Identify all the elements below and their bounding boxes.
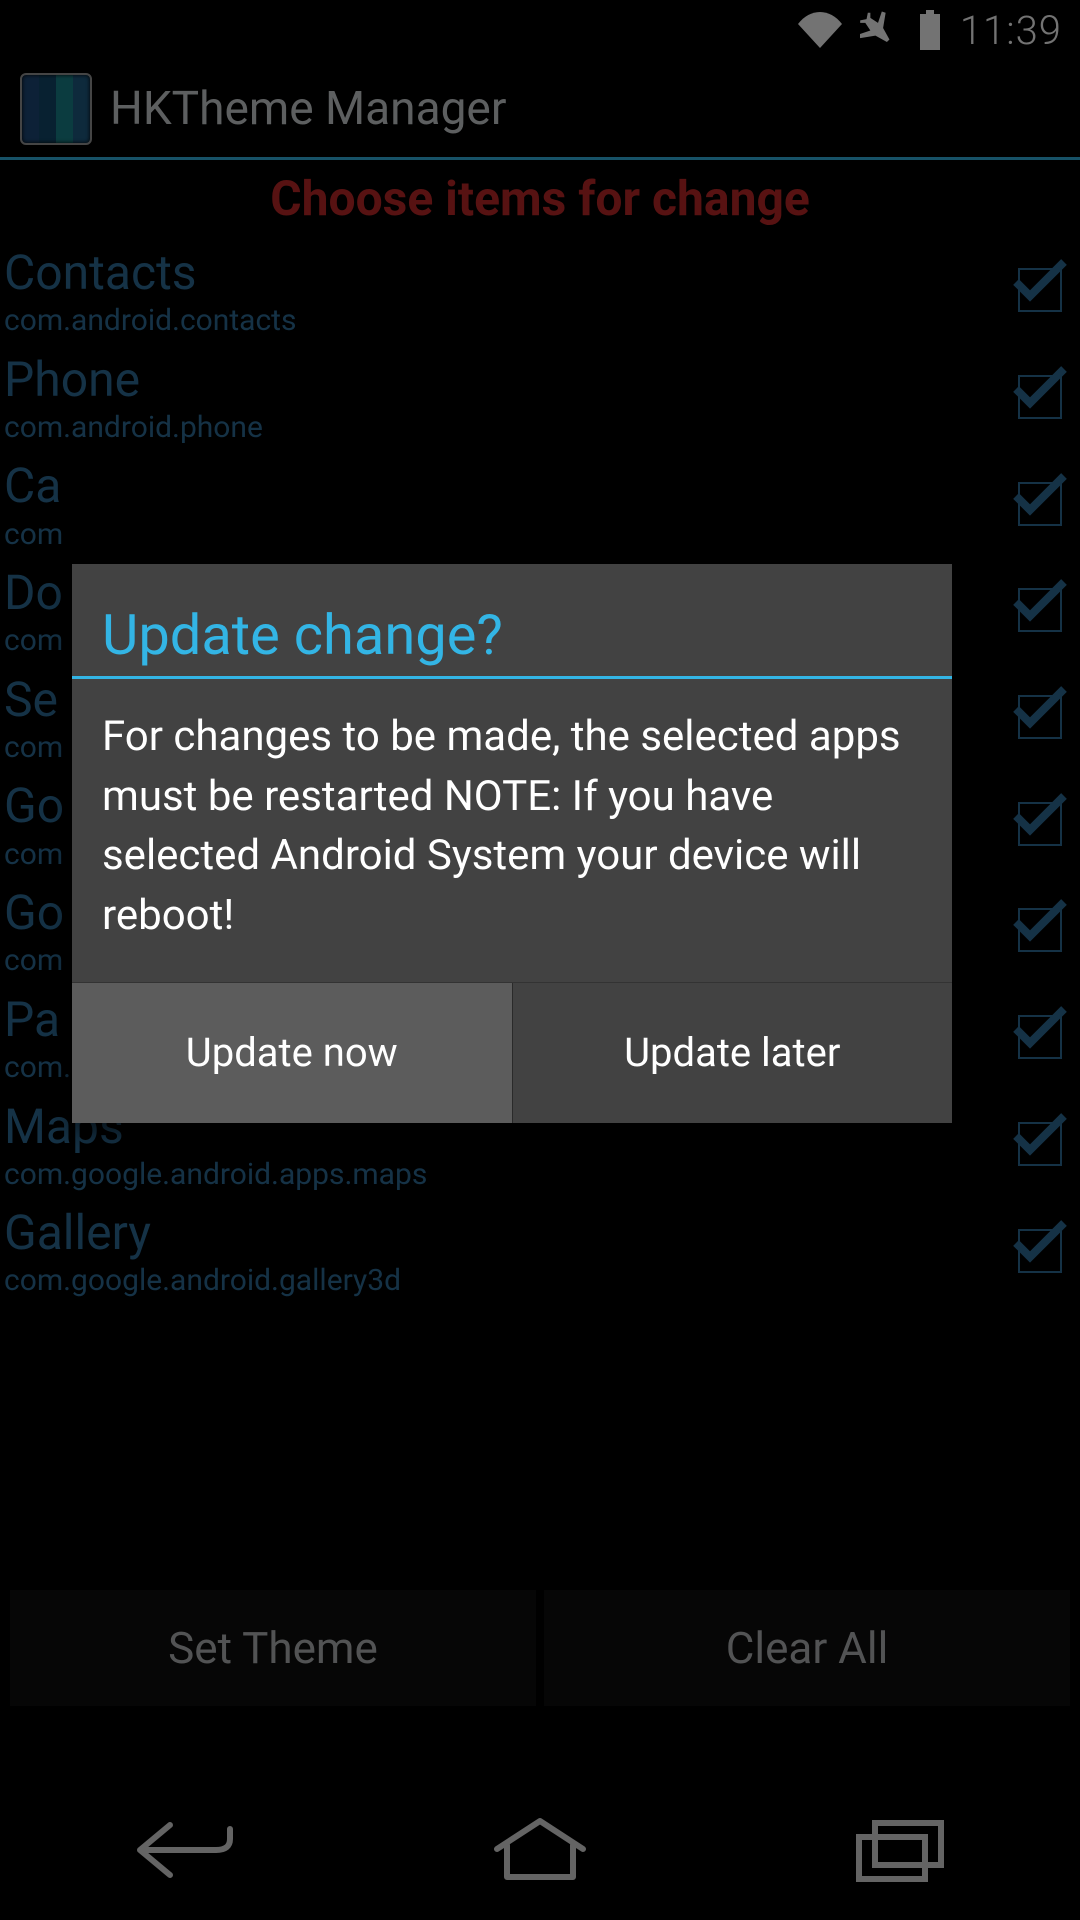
checkbox[interactable]	[1018, 1229, 1062, 1277]
update-later-button[interactable]: Update later	[513, 983, 953, 1123]
home-button[interactable]	[410, 1790, 670, 1910]
app-title: HKTheme Manager	[110, 82, 506, 136]
checkbox[interactable]	[1018, 1015, 1062, 1063]
list-item[interactable]: Contacts com.android.contacts	[0, 239, 1080, 346]
list-item[interactable]: Phone com.android.phone	[0, 346, 1080, 453]
list-item-package: com	[4, 516, 1062, 554]
checkbox[interactable]	[1018, 802, 1062, 850]
list-item-title: Contacts	[4, 245, 1062, 300]
dialog-title: Update change?	[72, 564, 952, 676]
list-item-package: com.android.contacts	[4, 302, 1062, 340]
list-item-package: com.android.phone	[4, 409, 1062, 447]
dialog-button-bar: Update now Update later	[72, 982, 952, 1123]
clear-all-button[interactable]: Clear All	[544, 1590, 1070, 1706]
checkbox[interactable]	[1018, 482, 1062, 530]
set-theme-button[interactable]: Set Theme	[10, 1590, 536, 1706]
checkbox[interactable]	[1018, 1122, 1062, 1170]
list-item-title: Ca	[4, 458, 1062, 513]
list-item-package: com.google.android.gallery3d	[4, 1262, 1062, 1300]
checkbox[interactable]	[1018, 695, 1062, 743]
status-bar: 11:39	[0, 0, 1080, 60]
checkbox[interactable]	[1018, 908, 1062, 956]
status-time: 11:39	[960, 7, 1062, 54]
checkbox[interactable]	[1018, 588, 1062, 636]
recents-button[interactable]	[770, 1790, 1030, 1910]
update-now-button[interactable]: Update now	[72, 983, 512, 1123]
dialog-body: For changes to be made, the selected app…	[72, 679, 952, 982]
list-header: Choose items for change	[0, 160, 1080, 239]
list-item[interactable]: Ca com	[0, 452, 1080, 559]
airplane-icon	[860, 10, 900, 50]
list-item-title: Gallery	[4, 1205, 1062, 1260]
checkbox[interactable]	[1018, 375, 1062, 423]
navigation-bar	[0, 1780, 1080, 1920]
action-bar: HKTheme Manager	[0, 60, 1080, 160]
app-icon	[20, 73, 92, 145]
bottom-bar: Set Theme Clear All	[0, 1590, 1080, 1706]
update-change-dialog: Update change? For changes to be made, t…	[72, 564, 952, 1123]
battery-icon	[918, 10, 942, 50]
wifi-icon	[798, 12, 842, 48]
list-item-title: Phone	[4, 352, 1062, 407]
back-button[interactable]	[50, 1790, 310, 1910]
list-item[interactable]: Gallery com.google.android.gallery3d	[0, 1199, 1080, 1306]
list-item-package: com.google.android.apps.maps	[4, 1156, 1062, 1194]
checkbox[interactable]	[1018, 268, 1062, 316]
